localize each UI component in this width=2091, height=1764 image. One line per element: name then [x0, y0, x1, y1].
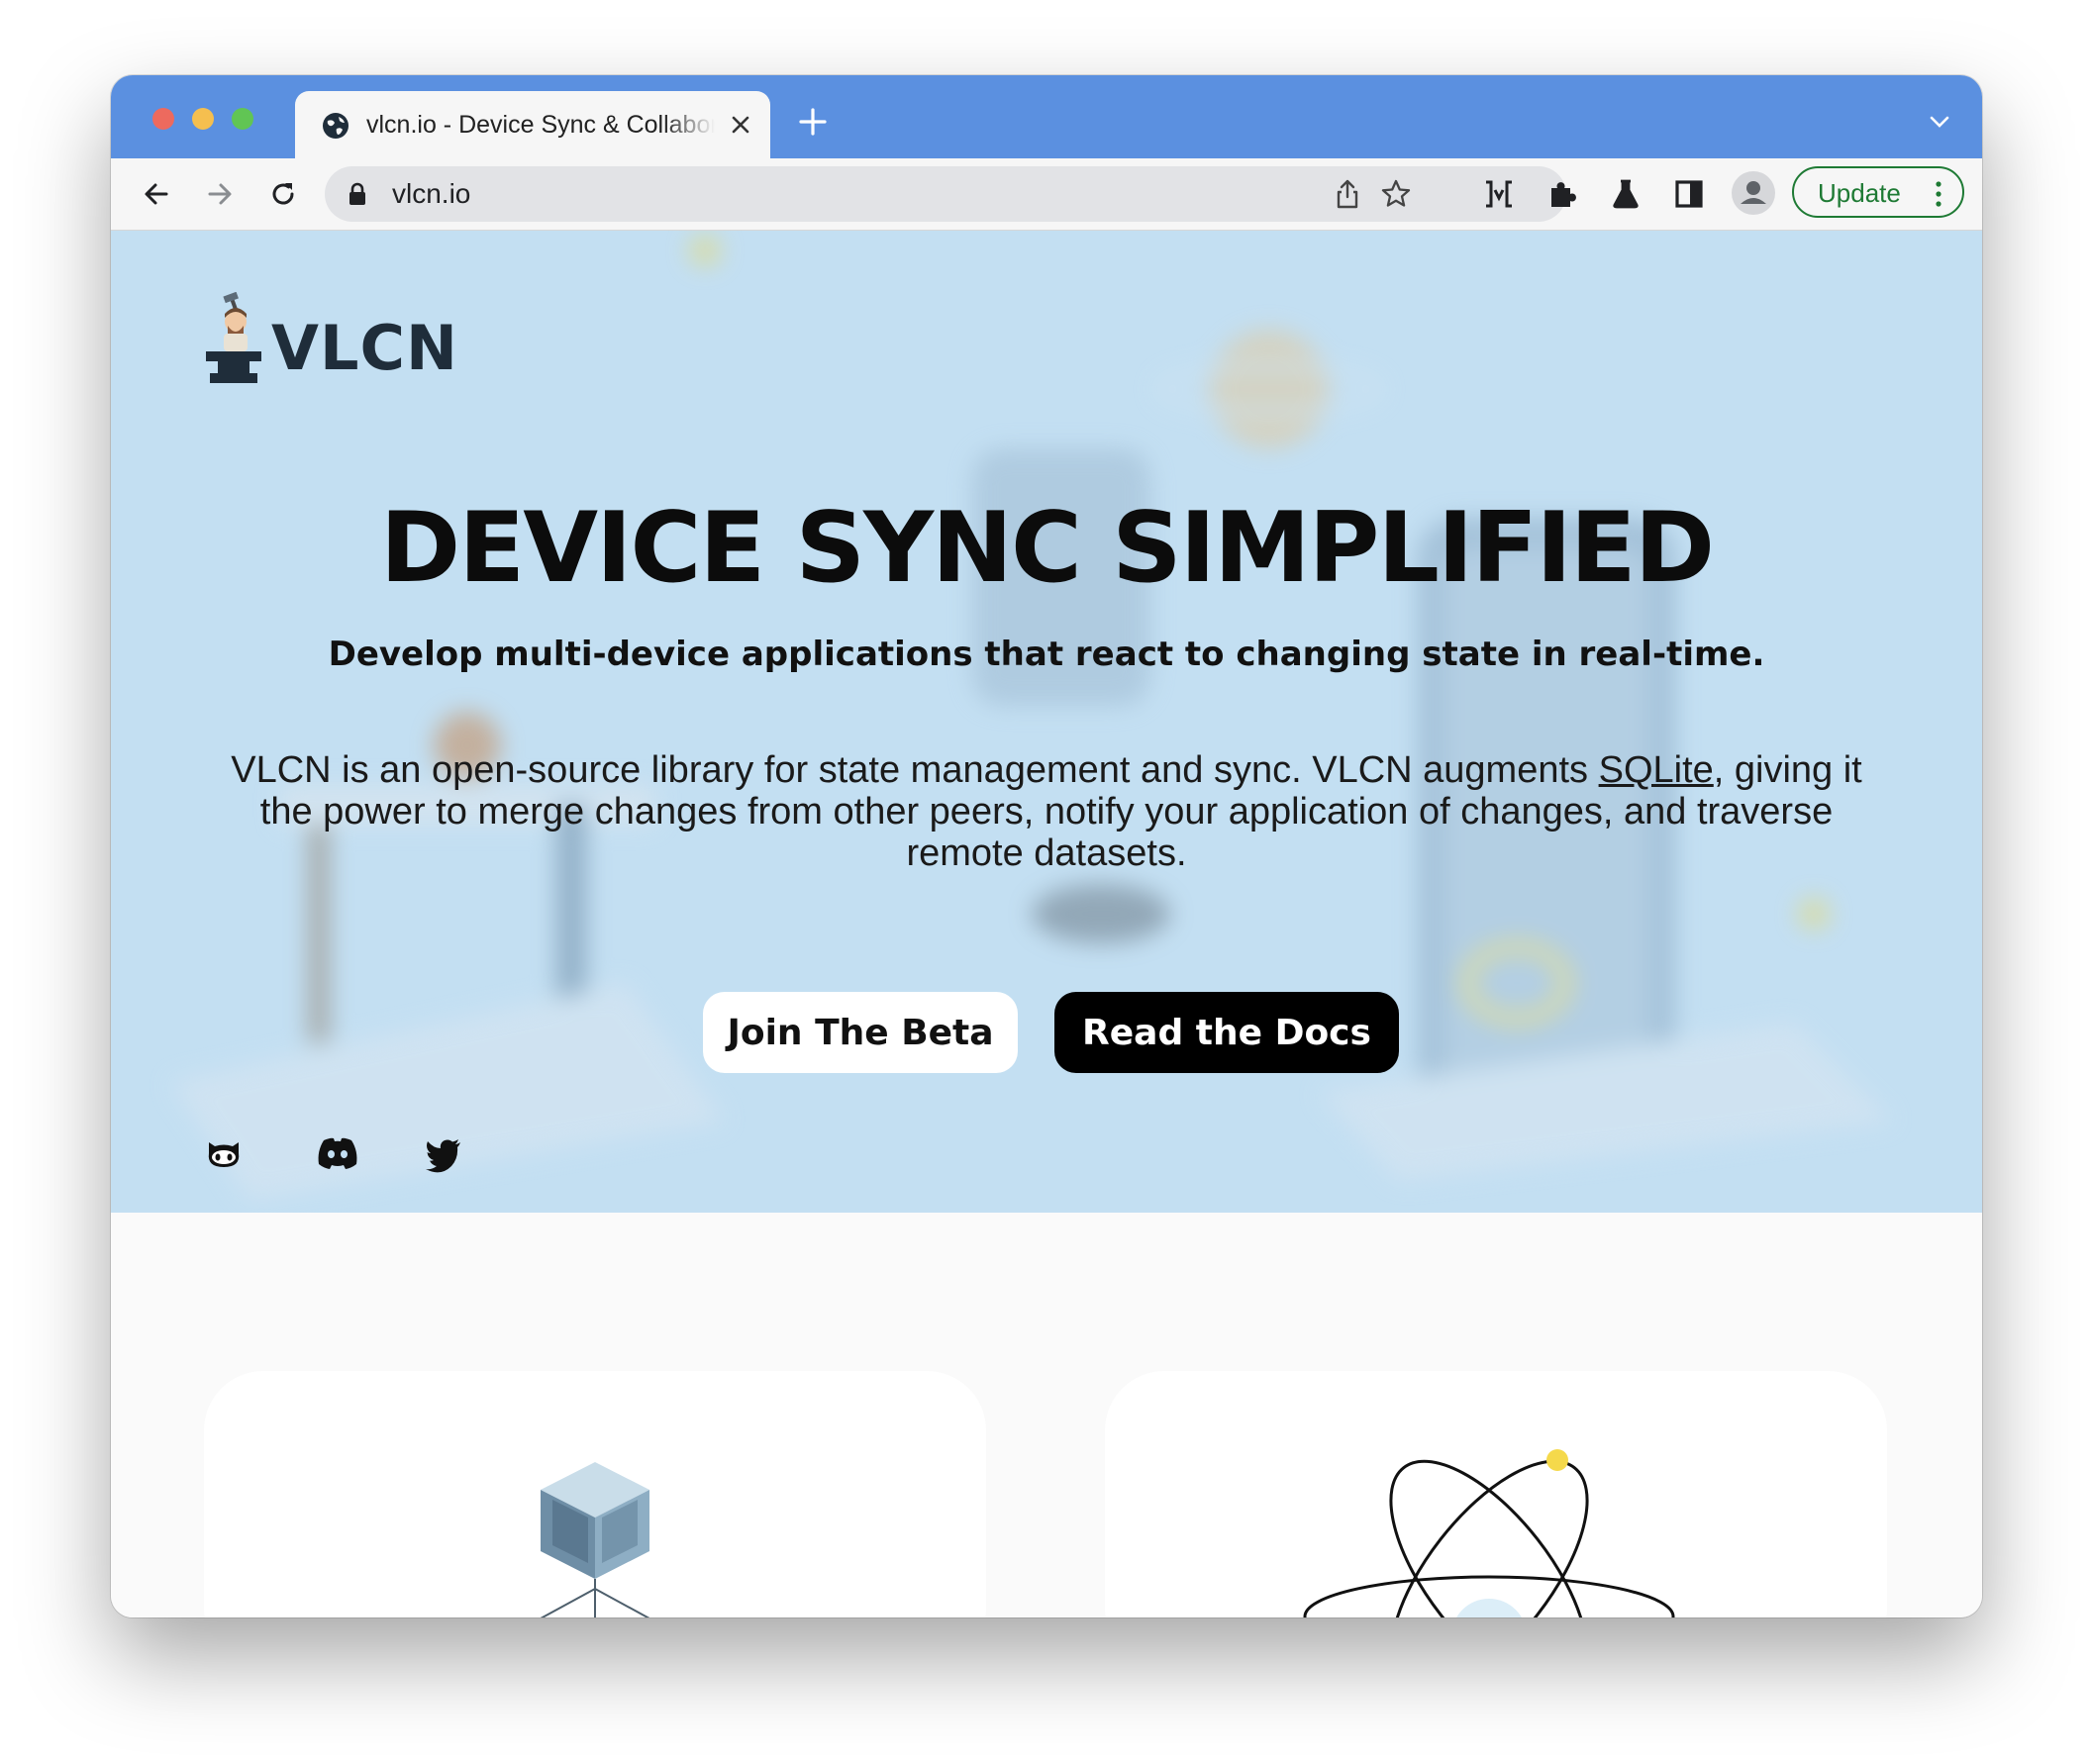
atom-icon	[1303, 1449, 1675, 1617]
extension-bracket-icon[interactable]	[1483, 178, 1515, 210]
maximize-window-button[interactable]	[232, 108, 253, 130]
forward-arrow-icon[interactable]	[204, 178, 236, 210]
tab-active[interactable]: vlcn.io - Device Sync & Collaboration	[295, 91, 770, 158]
close-icon[interactable]	[727, 111, 754, 139]
tab-strip: vlcn.io - Device Sync & Collaboration	[111, 75, 1982, 158]
hero-section: VLCN DEVICE SYNC SIMPLIFIED Develop mult…	[111, 231, 1982, 1213]
new-tab-icon[interactable]	[798, 107, 828, 137]
puzzle-extensions-icon[interactable]	[1546, 178, 1578, 210]
logo-wordmark[interactable]: VLCN	[271, 312, 458, 384]
discord-icon[interactable]	[315, 1133, 360, 1173]
reload-icon[interactable]	[267, 178, 299, 210]
join-beta-button[interactable]: Join The Beta	[703, 992, 1018, 1073]
share-icon[interactable]	[1333, 178, 1362, 210]
side-panel-icon[interactable]	[1673, 178, 1705, 210]
more-vert-icon	[1936, 181, 1942, 207]
tab-title: vlcn.io - Device Sync & Collaboration	[366, 111, 715, 139]
twitter-icon[interactable]	[424, 1133, 463, 1173]
flask-labs-icon[interactable]	[1610, 178, 1642, 210]
update-button-label: Update	[1818, 178, 1901, 208]
hero-subtitle: Develop multi-device applications that r…	[328, 635, 1765, 674]
lock-icon[interactable]	[347, 182, 368, 206]
features-section	[111, 1213, 1982, 1617]
hero-title: DEVICE SYNC SIMPLIFIED	[379, 492, 1715, 605]
feature-card	[204, 1371, 986, 1617]
vlcn-logo-icon	[206, 292, 261, 383]
chevron-down-icon[interactable]	[1927, 109, 1952, 135]
feature-card	[1105, 1371, 1887, 1617]
profile-avatar-icon[interactable]	[1731, 170, 1776, 216]
cube-icon	[540, 1462, 650, 1617]
browser-toolbar: vlcn.io Update	[111, 158, 1982, 231]
bookmark-star-icon[interactable]	[1380, 178, 1412, 210]
globe-icon	[323, 113, 348, 139]
read-docs-button[interactable]: Read the Docs	[1054, 992, 1399, 1073]
github-icon[interactable]	[204, 1133, 244, 1173]
hero-description-text: VLCN is an open-source library for state…	[231, 749, 1599, 791]
hero-description: VLCN is an open-source library for state…	[206, 749, 1887, 874]
sqlite-link[interactable]: SQLite	[1599, 749, 1714, 791]
address-bar[interactable]: vlcn.io	[325, 166, 1566, 222]
update-button[interactable]: Update	[1792, 166, 1964, 218]
browser-window: vlcn.io - Device Sync & Collaboration	[111, 75, 1982, 1617]
back-arrow-icon[interactable]	[141, 178, 172, 210]
minimize-window-button[interactable]	[192, 108, 214, 130]
url-text[interactable]: vlcn.io	[392, 178, 470, 210]
close-window-button[interactable]	[152, 108, 174, 130]
